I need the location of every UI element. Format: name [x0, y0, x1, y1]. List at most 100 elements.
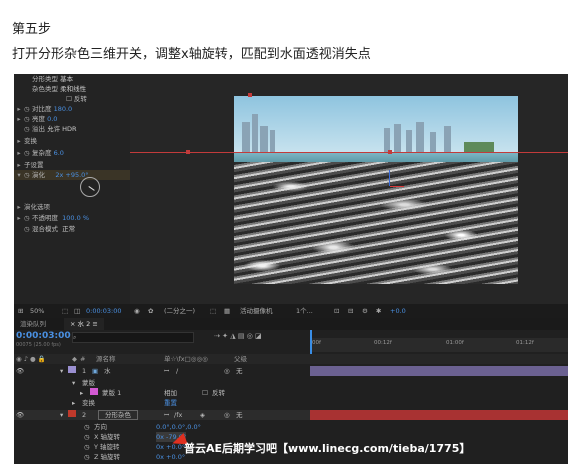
expand-arrow-icon[interactable]: ▾	[60, 366, 63, 376]
camera-dropdown[interactable]: 活动摄像机	[240, 304, 273, 318]
roi-icon[interactable]: ⬚	[210, 304, 216, 318]
fx-row-evolution[interactable]: ▾ ◷ 演化 2x +95.0°	[14, 170, 130, 180]
transparency-icon[interactable]: ▦	[224, 304, 230, 318]
shy-icon[interactable]: ꟷ	[164, 410, 169, 420]
stopwatch-icon[interactable]: ◷	[24, 114, 32, 124]
layer-row-water[interactable]: 👁 ▾ 1 ▣ 水 ꟷ / ◎ 无	[14, 366, 310, 376]
composition-viewer[interactable]	[130, 74, 568, 304]
parent-pickwhip-icon[interactable]: ◎	[224, 410, 230, 420]
mask-icon[interactable]: ◫	[74, 304, 80, 318]
layer-row-fractal-noise[interactable]: 👁 ▾ 2 分形杂色 ꟷ /fx ◈ ◎ 无	[14, 410, 310, 420]
transform-row[interactable]: ▸ 变换 重置	[14, 398, 310, 408]
fx-row-opacity[interactable]: ▸ ◷ 不透明度 100.0 %	[14, 213, 89, 223]
timeline-timecode[interactable]: 0:00:03:00	[16, 331, 71, 341]
fx-row-invert[interactable]: ☐ 反转	[66, 94, 87, 104]
playhead[interactable]	[310, 330, 312, 356]
fx-row-evolution-options[interactable]: ▸ 演化选项	[14, 202, 50, 212]
parent-pickwhip-icon[interactable]: ◎	[224, 366, 230, 376]
timeline-icon[interactable]: ⊟	[348, 304, 353, 318]
source-name-header[interactable]: 源名称	[96, 354, 116, 364]
stopwatch-icon[interactable]: ◷	[24, 224, 32, 234]
checkbox-icon[interactable]: ☐	[66, 95, 72, 103]
layer-name[interactable]: 水	[104, 366, 111, 376]
layer-handle[interactable]	[388, 150, 392, 154]
layer-name[interactable]: 分形杂色	[98, 410, 138, 420]
exposure-icon[interactable]: ✱	[376, 304, 381, 318]
views-dropdown[interactable]: 1个...	[296, 304, 313, 318]
stopwatch-icon[interactable]: ◷	[84, 432, 90, 442]
parent-dropdown[interactable]: 无	[236, 366, 243, 376]
mask-group-row[interactable]: ▾ 蒙版	[14, 378, 310, 388]
fx-row-complexity[interactable]: ▸ ◷ 复杂度 6.0	[14, 148, 64, 158]
expand-arrow-icon[interactable]: ▾	[60, 410, 63, 420]
fx-row-blend-mode[interactable]: ◷ 混合模式 正常	[14, 224, 75, 234]
expand-arrow-icon[interactable]: ▸	[14, 136, 24, 146]
region-icon[interactable]: ⬚	[62, 304, 68, 318]
parent-dropdown[interactable]: 无	[236, 410, 243, 420]
layer-handle[interactable]	[186, 150, 190, 154]
reset-link[interactable]: 重置	[164, 398, 177, 408]
fx-row-overflow[interactable]: ◷ 溢出 允许 HDR	[14, 124, 77, 134]
expand-arrow-icon[interactable]: ▸	[14, 202, 24, 212]
mask-1-row[interactable]: ▸ 蒙版 1 相加 ☐ 反转	[14, 388, 310, 398]
invert-checkbox-icon[interactable]: ☐	[202, 388, 208, 398]
prop-orientation[interactable]: ◷ 方向 0.0°,0.0°,0.0°	[14, 422, 310, 432]
viewer-timecode[interactable]: 0:00:03:00	[86, 304, 122, 318]
stopwatch-icon[interactable]: ◷	[24, 124, 32, 134]
grid-icon[interactable]: ⊞	[18, 304, 23, 318]
y-axis-gizmo[interactable]	[389, 170, 390, 186]
eye-icon[interactable]: 👁	[16, 366, 24, 376]
eye-icon[interactable]: 👁	[16, 410, 24, 420]
fx-row-contrast[interactable]: ▸ ◷ 对比度 180.0	[14, 104, 72, 114]
fx-row-noise-type[interactable]: 杂色类型 柔和线性	[14, 84, 86, 94]
menu-icon[interactable]: ≡	[92, 320, 97, 328]
expand-arrow-icon[interactable]: ▸	[14, 114, 24, 124]
mask-mode-dropdown[interactable]: 相加	[164, 388, 177, 398]
shy-icon[interactable]: ꟷ	[164, 366, 169, 376]
flowchart-icon[interactable]: ⚙	[362, 304, 368, 318]
tab-water-2[interactable]: × 水 2 ≡	[64, 318, 104, 330]
close-icon[interactable]: ×	[70, 320, 75, 328]
expand-arrow-icon[interactable]: ▸	[14, 213, 24, 223]
stopwatch-icon[interactable]: ◷	[24, 104, 32, 114]
stopwatch-icon[interactable]: ◷	[24, 170, 32, 180]
color-icon[interactable]: ✿	[148, 304, 153, 318]
expand-arrow-icon[interactable]: ▸	[14, 160, 24, 170]
snapshot-icon[interactable]: ◉	[134, 304, 140, 318]
z-rotation-value[interactable]: 0x +0.0°	[156, 452, 185, 462]
expand-arrow-icon[interactable]: ▸	[14, 104, 24, 114]
fx-row-transform[interactable]: ▸ 变换	[14, 136, 37, 146]
fx-row-brightness[interactable]: ▸ ◷ 亮度 0.0	[14, 114, 57, 124]
hide-shy-icon[interactable]: ◮	[230, 332, 235, 340]
layer-handle[interactable]	[248, 93, 252, 97]
composition-flowchart-icon[interactable]: ⇢	[214, 332, 220, 340]
composition-frame[interactable]	[234, 96, 518, 284]
draft-3d-icon[interactable]: ✦	[222, 332, 228, 340]
stopwatch-icon[interactable]: ◷	[24, 213, 32, 223]
tab-render-queue[interactable]: 渲染队列	[14, 318, 52, 330]
fx-switch-icon[interactable]: /fx	[174, 410, 182, 420]
resolution-dropdown[interactable]: (二分之一)	[164, 304, 195, 318]
3d-layer-toggle-icon[interactable]: ◈	[200, 410, 205, 420]
layer-bar-fractal-noise[interactable]	[310, 410, 568, 420]
exposure-value[interactable]: +0.0	[390, 304, 406, 318]
fast-preview-icon[interactable]: ⊡	[334, 304, 339, 318]
expand-arrow-icon[interactable]: ▸	[14, 148, 24, 158]
fx-row-fractal-type[interactable]: 分形类型 基本	[14, 74, 73, 84]
expand-arrow-icon[interactable]: ▾	[72, 378, 75, 388]
search-input[interactable]: ⌕	[72, 332, 194, 343]
stopwatch-icon[interactable]: ◷	[24, 148, 32, 158]
time-ruler[interactable]: 00f 00:12f 01:00f 01:12f	[310, 338, 568, 352]
stopwatch-icon[interactable]: ◷	[84, 422, 90, 432]
stopwatch-icon[interactable]: ◷	[84, 452, 90, 462]
evolution-dial[interactable]	[80, 177, 100, 197]
quality-icon[interactable]: /	[176, 366, 178, 376]
collapse-arrow-icon[interactable]: ▾	[14, 170, 24, 180]
zoom-dropdown[interactable]: 50%	[30, 304, 44, 318]
graph-editor-icon[interactable]: ◪	[255, 332, 262, 340]
orientation-value[interactable]: 0.0°,0.0°,0.0°	[156, 422, 201, 432]
frame-blend-icon[interactable]: ▤	[238, 332, 245, 340]
layer-bar-water[interactable]	[310, 366, 568, 376]
x-axis-gizmo[interactable]	[390, 186, 404, 187]
fx-row-sub-settings[interactable]: ▸ 子设置	[14, 160, 43, 170]
